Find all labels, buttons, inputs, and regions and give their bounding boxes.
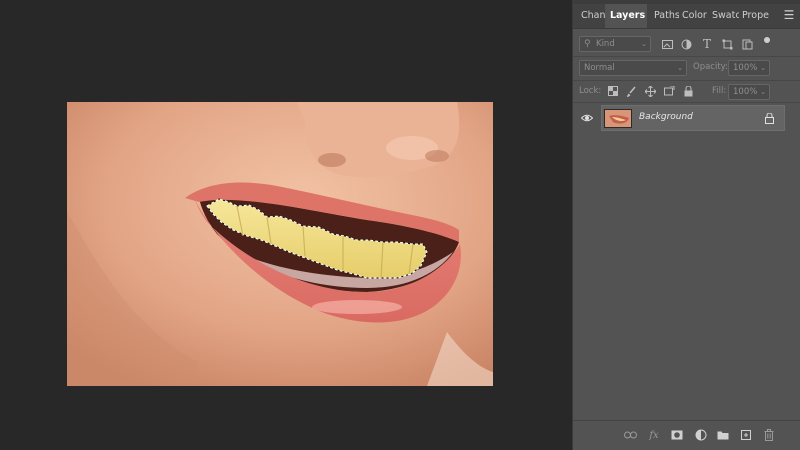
hamburger-menu-icon[interactable]: ☰ <box>782 4 796 28</box>
lock-label: Lock: <box>579 86 602 96</box>
opacity-label: Opacity: <box>693 62 728 72</box>
document-canvas[interactable] <box>67 102 493 386</box>
chevron-down-icon: ⌄ <box>760 64 766 72</box>
opacity-value: 100% <box>733 63 758 73</box>
layer-thumbnail <box>604 109 632 128</box>
image-filter-icon[interactable] <box>660 37 674 51</box>
layer-lock-icon <box>762 111 776 125</box>
opacity-field[interactable]: 100% ⌄ <box>728 60 770 76</box>
tab-layers[interactable]: Layers <box>605 4 647 28</box>
layers-panel-footer: fx <box>573 420 800 450</box>
layers-panel: Chann Layers Paths Color Swatc Prope ☰ ⚲… <box>572 0 800 450</box>
lock-position-icon[interactable] <box>643 84 657 98</box>
lock-artboard-icon[interactable] <box>662 84 676 98</box>
new-group-icon[interactable] <box>716 428 730 442</box>
fill-value: 100% <box>733 87 758 97</box>
kind-filter-dropdown[interactable]: ⚲ Kind ⌄ <box>579 36 651 52</box>
smart-object-filter-icon[interactable] <box>740 37 754 51</box>
chevron-down-icon: ⌄ <box>641 40 647 48</box>
tab-properties[interactable]: Prope <box>739 4 769 28</box>
fx-icon[interactable]: fx <box>647 428 661 442</box>
panel-tab-bar: Chann Layers Paths Color Swatc Prope <box>573 4 800 29</box>
eye-visibility-icon[interactable] <box>580 111 594 125</box>
smile-photo <box>67 102 493 386</box>
kind-filter-label: Kind <box>596 39 615 49</box>
new-layer-icon[interactable] <box>739 428 753 442</box>
canvas-workspace[interactable] <box>0 0 572 450</box>
fill-label: Fill: <box>712 86 727 96</box>
layer-name: Background <box>639 112 693 122</box>
link-layers-icon[interactable] <box>623 428 637 442</box>
layer-row-background[interactable]: Background <box>601 105 785 131</box>
add-mask-icon[interactable] <box>670 428 684 442</box>
lock-transparent-pixels-icon[interactable] <box>606 84 620 98</box>
filter-toggle-dot[interactable] <box>760 33 774 47</box>
tab-paths[interactable]: Paths <box>647 4 679 28</box>
blend-mode-dropdown[interactable]: Normal ⌄ <box>579 60 687 76</box>
search-icon: ⚲ <box>584 39 591 49</box>
lock-image-pixels-icon[interactable] <box>625 84 639 98</box>
fill-field[interactable]: 100% ⌄ <box>728 84 770 100</box>
chevron-down-icon: ⌄ <box>677 64 683 72</box>
shape-filter-icon[interactable] <box>720 37 734 51</box>
lock-all-icon[interactable] <box>681 84 695 98</box>
blend-mode-value: Normal <box>584 63 615 73</box>
type-filter-icon[interactable]: T <box>700 37 714 51</box>
tab-swatches[interactable]: Swatc <box>709 4 739 28</box>
tab-color[interactable]: Color <box>679 4 709 28</box>
adjustment-filter-icon[interactable] <box>679 37 693 51</box>
delete-layer-icon[interactable] <box>762 428 776 442</box>
tab-channels[interactable]: Chann <box>573 4 605 28</box>
chevron-down-icon: ⌄ <box>760 88 766 96</box>
adjustment-layer-icon[interactable] <box>694 428 708 442</box>
